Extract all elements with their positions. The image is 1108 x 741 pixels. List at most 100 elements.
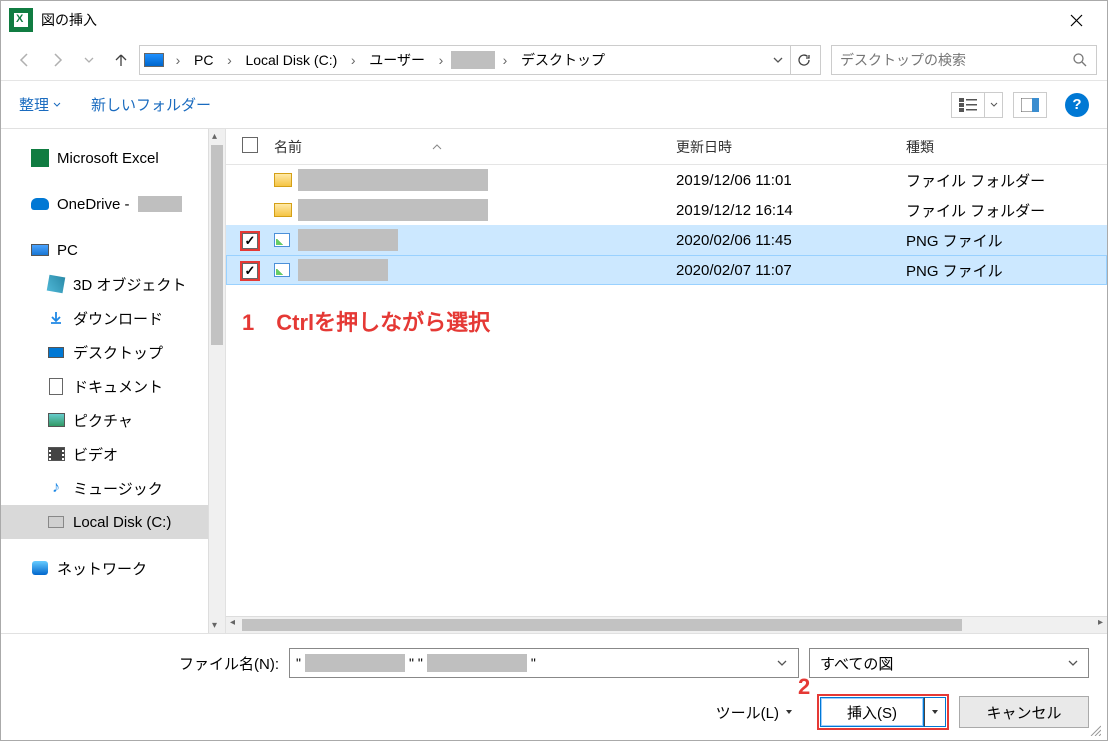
disk-icon <box>48 516 64 528</box>
view-mode-dropdown[interactable] <box>985 92 1003 118</box>
redacted-text <box>138 196 182 212</box>
tree-item-excel[interactable]: Microsoft Excel <box>1 141 208 175</box>
pc-icon <box>31 244 49 256</box>
back-button[interactable] <box>11 46 39 74</box>
insert-picture-dialog: 図の挿入 › PC › Local Disk (C:) › ユーザー › › デ… <box>0 0 1108 741</box>
navigation-pane: Microsoft Excel OneDrive - PC 3D オブジェクト … <box>1 129 226 633</box>
file-row-image[interactable]: 2020/02/06 11:45 PNG ファイル <box>226 225 1107 255</box>
tree-item-3d-objects[interactable]: 3D オブジェクト <box>1 267 208 301</box>
column-date[interactable]: 更新日時 <box>676 137 906 157</box>
filename-input[interactable]: "" "" <box>289 648 799 678</box>
tree-item-network[interactable]: ネットワーク <box>1 551 208 585</box>
file-date: 2019/12/06 11:01 <box>676 172 906 189</box>
recent-dropdown[interactable] <box>75 46 103 74</box>
redacted-filename <box>298 229 398 251</box>
sidebar-scrollbar[interactable] <box>208 129 225 633</box>
tree-item-pictures[interactable]: ピクチャ <box>1 403 208 437</box>
network-icon <box>32 561 48 575</box>
scrollbar-thumb[interactable] <box>242 619 962 631</box>
tree-label: ビデオ <box>73 444 118 465</box>
address-bar[interactable]: › PC › Local Disk (C:) › ユーザー › › デスクトップ <box>139 45 821 75</box>
tree-item-local-disk[interactable]: Local Disk (C:) <box>1 505 208 539</box>
chevron-right-icon[interactable]: › <box>433 52 449 68</box>
pictures-icon <box>48 413 65 427</box>
redacted-filename <box>298 169 488 191</box>
column-name[interactable]: 名前 <box>274 137 302 157</box>
tree-label: OneDrive - <box>57 196 130 213</box>
file-date: 2019/12/12 16:14 <box>676 202 906 219</box>
filename-dropdown[interactable] <box>772 658 792 668</box>
view-mode-button[interactable] <box>951 92 985 118</box>
redacted-filename <box>298 199 488 221</box>
forward-button[interactable] <box>43 46 71 74</box>
tree-item-onedrive[interactable]: OneDrive - <box>1 187 208 221</box>
file-row-image[interactable]: 2020/02/07 11:07 PNG ファイル <box>226 255 1107 285</box>
select-all-checkbox[interactable] <box>242 137 258 153</box>
tree-item-desktop[interactable]: デスクトップ <box>1 335 208 369</box>
breadcrumb-segment[interactable]: デスクトップ <box>515 50 611 70</box>
row-checkbox[interactable] <box>242 263 258 279</box>
tree-item-music[interactable]: ♪ミュージック <box>1 471 208 505</box>
new-folder-label: 新しいフォルダー <box>91 94 211 115</box>
insert-dropdown[interactable] <box>924 697 946 727</box>
row-checkbox[interactable] <box>242 233 258 249</box>
filter-label: すべての図 <box>820 653 893 674</box>
breadcrumb-segment[interactable]: PC <box>188 52 219 68</box>
tree-label: Local Disk (C:) <box>73 514 171 531</box>
chevron-right-icon[interactable]: › <box>345 52 361 68</box>
column-type[interactable]: 種類 <box>906 137 1107 157</box>
annotation-1: 1 Ctrlを押しながら選択 <box>242 305 490 337</box>
chevron-right-icon[interactable]: › <box>497 52 513 68</box>
dialog-body: Microsoft Excel OneDrive - PC 3D オブジェクト … <box>1 129 1107 633</box>
resize-grip-icon[interactable] <box>1089 724 1101 736</box>
tree-item-downloads[interactable]: ダウンロード <box>1 301 208 335</box>
insert-button[interactable]: 挿入(S) <box>820 697 924 727</box>
file-row-folder[interactable]: 2019/12/06 11:01 ファイル フォルダー <box>226 165 1107 195</box>
annotation-2: 2 <box>798 674 810 700</box>
image-file-icon <box>274 233 290 247</box>
help-button[interactable]: ? <box>1065 93 1089 117</box>
chevron-down-icon <box>53 101 61 109</box>
tree-item-documents[interactable]: ドキュメント <box>1 369 208 403</box>
preview-pane-button[interactable] <box>1013 92 1047 118</box>
tree-item-videos[interactable]: ビデオ <box>1 437 208 471</box>
folder-icon <box>274 173 292 187</box>
cancel-button[interactable]: キャンセル <box>959 696 1089 728</box>
excel-icon <box>31 149 49 167</box>
tools-menu[interactable]: ツール(L) <box>716 702 793 723</box>
new-folder-button[interactable]: 新しいフォルダー <box>91 94 211 115</box>
tree-label: ドキュメント <box>73 376 163 397</box>
column-headers: 名前 更新日時 種類 <box>226 129 1107 165</box>
dialog-title: 図の挿入 <box>41 10 1053 30</box>
folder-tree: Microsoft Excel OneDrive - PC 3D オブジェクト … <box>1 129 208 633</box>
tree-label: ピクチャ <box>73 410 133 431</box>
onedrive-icon <box>31 198 49 210</box>
refresh-button[interactable] <box>790 46 816 74</box>
file-filter-select[interactable]: すべての図 <box>809 648 1089 678</box>
breadcrumb-segment[interactable]: ユーザー <box>363 50 431 70</box>
horizontal-scrollbar[interactable] <box>226 616 1107 633</box>
chevron-right-icon[interactable]: › <box>170 52 186 68</box>
excel-app-icon <box>9 8 33 32</box>
search-box[interactable] <box>831 45 1097 75</box>
tree-item-pc[interactable]: PC <box>1 233 208 267</box>
up-button[interactable] <box>107 46 135 74</box>
scrollbar-thumb[interactable] <box>211 145 223 345</box>
redacted-filename <box>305 654 405 672</box>
search-input[interactable] <box>840 52 1072 68</box>
file-type: PNG ファイル <box>906 230 1107 251</box>
close-button[interactable] <box>1053 4 1099 36</box>
chevron-right-icon[interactable]: › <box>221 52 237 68</box>
breadcrumb-segment-redacted[interactable] <box>451 51 495 69</box>
download-icon <box>47 309 65 327</box>
organize-menu[interactable]: 整理 <box>19 94 61 115</box>
toolbar: 整理 新しいフォルダー ? <box>1 81 1107 129</box>
filename-label: ファイル名(N): <box>19 653 279 674</box>
tree-label: ネットワーク <box>57 558 147 579</box>
file-row-folder[interactable]: 2019/12/12 16:14 ファイル フォルダー <box>226 195 1107 225</box>
file-list: 名前 更新日時 種類 2019/12/06 11:01 ファイル フォルダー 2… <box>226 129 1107 633</box>
organize-label: 整理 <box>19 94 49 115</box>
address-dropdown[interactable] <box>768 55 788 65</box>
breadcrumb-segment[interactable]: Local Disk (C:) <box>239 52 343 68</box>
image-file-icon <box>274 263 290 277</box>
